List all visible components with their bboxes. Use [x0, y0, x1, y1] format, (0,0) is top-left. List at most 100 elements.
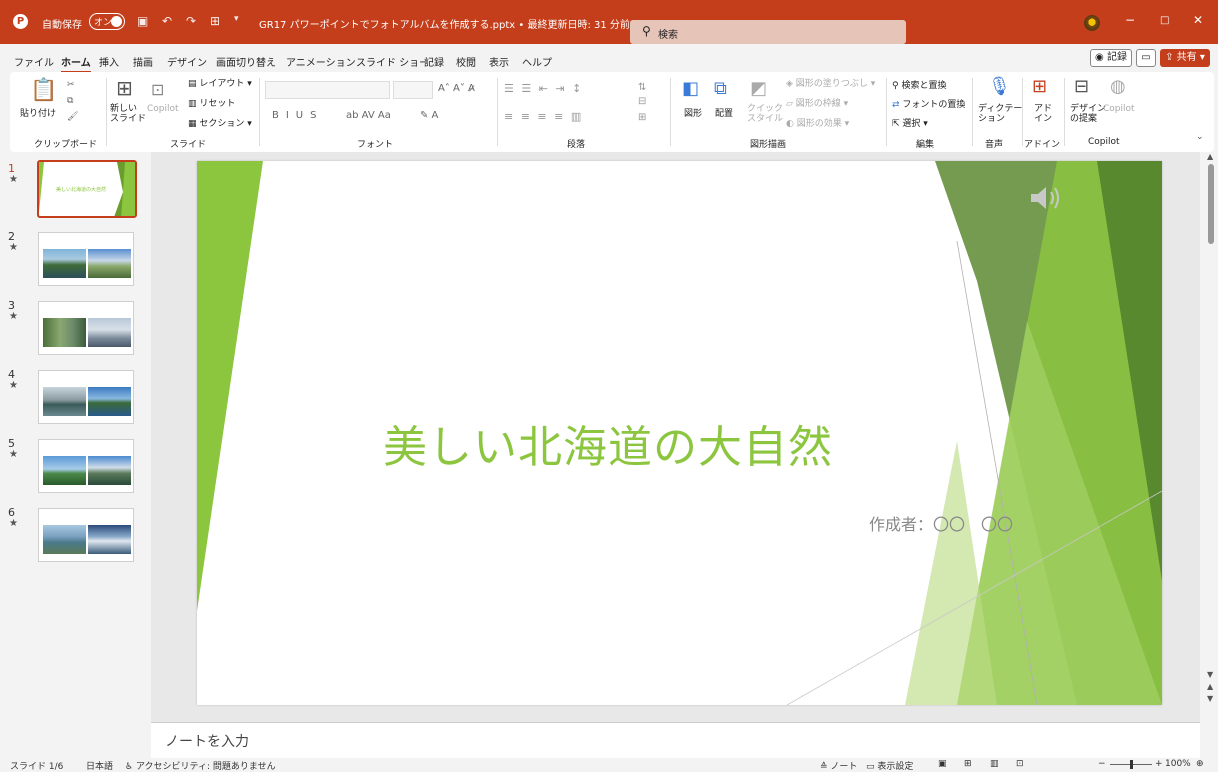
copilot-slide-button[interactable]: Copilot [147, 104, 179, 114]
new-slide-icon[interactable]: ⊞ [116, 76, 133, 100]
addins-button[interactable]: アド イン [1034, 104, 1052, 124]
microphone-icon[interactable]: 🎙 [988, 76, 1011, 97]
shapes-button[interactable]: 図形 [684, 106, 702, 119]
zoom-in-icon[interactable]: + [1155, 759, 1163, 769]
quick-style-button[interactable]: クイック スタイル [747, 104, 783, 124]
speaker-icon[interactable] [1029, 183, 1065, 213]
zoom-out-icon[interactable]: − [1098, 759, 1106, 769]
quick-style-icon[interactable]: ◩ [750, 78, 767, 99]
previous-slide-icon[interactable]: ▲ [1207, 682, 1213, 691]
comment-button[interactable]: ▭ [1136, 49, 1156, 67]
autosave-toggle[interactable]: オン [89, 13, 125, 30]
thumbnail-slide-6[interactable] [38, 508, 134, 562]
find-replace-button[interactable]: ⚲ 検索と置換 [892, 78, 946, 91]
tab-record[interactable]: 記録 [424, 54, 444, 69]
cut-icon[interactable]: ✂ [67, 80, 75, 90]
shapes-icon[interactable]: ◧ [682, 78, 699, 99]
close-button[interactable]: ✕ [1193, 13, 1203, 27]
designer-button[interactable]: デザイン の提案 [1070, 104, 1106, 124]
notes-placeholder[interactable]: ノートを入力 [165, 731, 249, 751]
minimize-button[interactable]: − [1125, 13, 1135, 27]
char-spacing-icons[interactable]: ab AV Aa [346, 110, 391, 121]
thumbnail-slide-3[interactable] [38, 301, 134, 355]
shape-outline-button[interactable]: ▱ 図形の枠線 ▾ [786, 96, 848, 109]
scroll-down-icon[interactable]: ▼ [1207, 670, 1213, 679]
share-button[interactable]: ⇪ 共有 ▾ [1160, 49, 1210, 67]
thumbnail-slide-4[interactable] [38, 370, 134, 424]
paste-button[interactable]: 貼り付け [20, 106, 56, 119]
smartart-icon[interactable]: ⊞ [638, 112, 646, 123]
section-button[interactable]: ▦ セクション ▾ [188, 116, 252, 129]
copilot-button[interactable]: Copilot [1103, 104, 1135, 114]
tab-view[interactable]: 表示 [489, 54, 509, 69]
slide-sorter-icon[interactable]: ⊞ [964, 759, 972, 769]
tab-home[interactable]: ホーム [61, 54, 91, 73]
designer-icon[interactable]: ⊟ [1074, 76, 1089, 97]
select-button[interactable]: ⇱ 選択 ▾ [892, 116, 928, 129]
notes-toggle[interactable]: ≙ ノート [820, 759, 857, 772]
ribbon-collapse-icon[interactable]: ⌄ [1196, 132, 1204, 142]
record-button[interactable]: ◉ 記録 [1090, 49, 1132, 67]
slide-subtitle[interactable]: 作成者：〇〇 〇〇 [869, 511, 1013, 535]
undo-icon[interactable]: ↶ [162, 14, 172, 28]
fit-slide-icon[interactable]: ⊕ [1196, 759, 1204, 769]
slide-title[interactable]: 美しい北海道の大自然 [383, 411, 833, 475]
align-icons[interactable]: ≡ ≡ ≡ ≡ ▥ [504, 110, 583, 123]
replace-font-button[interactable]: ⇄ フォントの置換 [892, 97, 965, 110]
reading-view-icon[interactable]: ▥ [990, 759, 999, 769]
shape-effects-button[interactable]: ◐ 図形の効果 ▾ [786, 116, 849, 129]
copy-icon[interactable]: ⧉ [67, 96, 73, 106]
avatar[interactable] [1084, 15, 1100, 31]
tab-draw[interactable]: 描画 [133, 54, 153, 69]
thumbnail-slide-2[interactable] [38, 232, 134, 286]
display-settings-button[interactable]: ▭ 表示設定 [866, 759, 913, 772]
next-slide-icon[interactable]: ▼ [1207, 694, 1213, 703]
thumbnail-slide-5[interactable] [38, 439, 134, 493]
qat-customize-icon[interactable]: ▾ [234, 14, 239, 24]
tab-help[interactable]: ヘルプ [522, 54, 552, 69]
font-size-input[interactable] [393, 81, 433, 99]
tab-review[interactable]: 校閲 [456, 54, 476, 69]
tab-slideshow[interactable]: スライド ショー [356, 54, 429, 69]
copilot-icon[interactable]: ◍ [1110, 76, 1126, 97]
tab-design[interactable]: デザイン [167, 54, 207, 69]
font-name-input[interactable] [265, 81, 390, 99]
paste-icon[interactable]: 📋 [30, 78, 57, 103]
tab-transitions[interactable]: 画面切り替え [216, 54, 276, 69]
copilot-slide-icon[interactable]: ⊡ [151, 80, 164, 99]
layout-button[interactable]: ▤ レイアウト ▾ [188, 76, 252, 89]
slideshow-icon[interactable]: ⊞ [210, 14, 220, 28]
format-painter-icon[interactable]: 🖌 [67, 112, 78, 122]
zoom-level[interactable]: 100% [1165, 759, 1191, 769]
accessibility-status[interactable]: ♿ アクセシビリティ: 問題ありません [125, 759, 276, 772]
notes-pane[interactable]: ノートを入力 [151, 722, 1200, 759]
arrange-icon[interactable]: ⧉ [714, 78, 727, 99]
font-color-icons[interactable]: ✎ A [420, 110, 438, 121]
redo-icon[interactable]: ↷ [186, 14, 196, 28]
scrollbar-thumb[interactable] [1208, 164, 1214, 244]
tab-file[interactable]: ファイル [14, 54, 54, 69]
text-direction-icon[interactable]: ⇅ [638, 82, 646, 93]
search-box[interactable]: ⚲ 検索 [630, 20, 906, 44]
new-slide-button[interactable]: 新しい スライド [110, 104, 146, 124]
dictate-button[interactable]: ディクテー ション [978, 104, 1022, 124]
tab-insert[interactable]: 挿入 [99, 54, 119, 69]
list-icons[interactable]: ☰ ☰ ⇤ ⇥ ↕ [504, 82, 583, 95]
maximize-button[interactable]: □ [1160, 15, 1169, 26]
zoom-slider-knob[interactable] [1130, 760, 1133, 769]
vertical-scrollbar[interactable]: ▲ ▼ ▲ ▼ [1204, 152, 1218, 720]
shape-fill-button[interactable]: ◈ 図形の塗りつぶし ▾ [786, 76, 875, 89]
tab-animations[interactable]: アニメーション [286, 54, 356, 69]
language[interactable]: 日本語 [86, 759, 113, 772]
thumbnail-slide-1[interactable]: 美しい北海道の大自然 [37, 160, 137, 218]
font-size-buttons-icon[interactable]: A˄ A˅ A̷ [438, 83, 475, 94]
slideshow-view-icon[interactable]: ⊡ [1016, 759, 1024, 769]
save-icon[interactable]: ▣ [137, 14, 148, 28]
arrange-button[interactable]: 配置 [715, 106, 733, 119]
reset-button[interactable]: ▥ リセット [188, 96, 235, 109]
normal-view-icon[interactable]: ▣ [938, 759, 947, 769]
document-title[interactable]: GR17 パワーポイントでフォトアルバムを作成する.pptx • 最終更新日時:… [259, 16, 640, 31]
align-text-icon[interactable]: ⊟ [638, 96, 646, 107]
current-slide[interactable]: 美しい北海道の大自然 作成者：〇〇 〇〇 [197, 161, 1162, 705]
addins-icon[interactable]: ⊞ [1032, 76, 1047, 97]
